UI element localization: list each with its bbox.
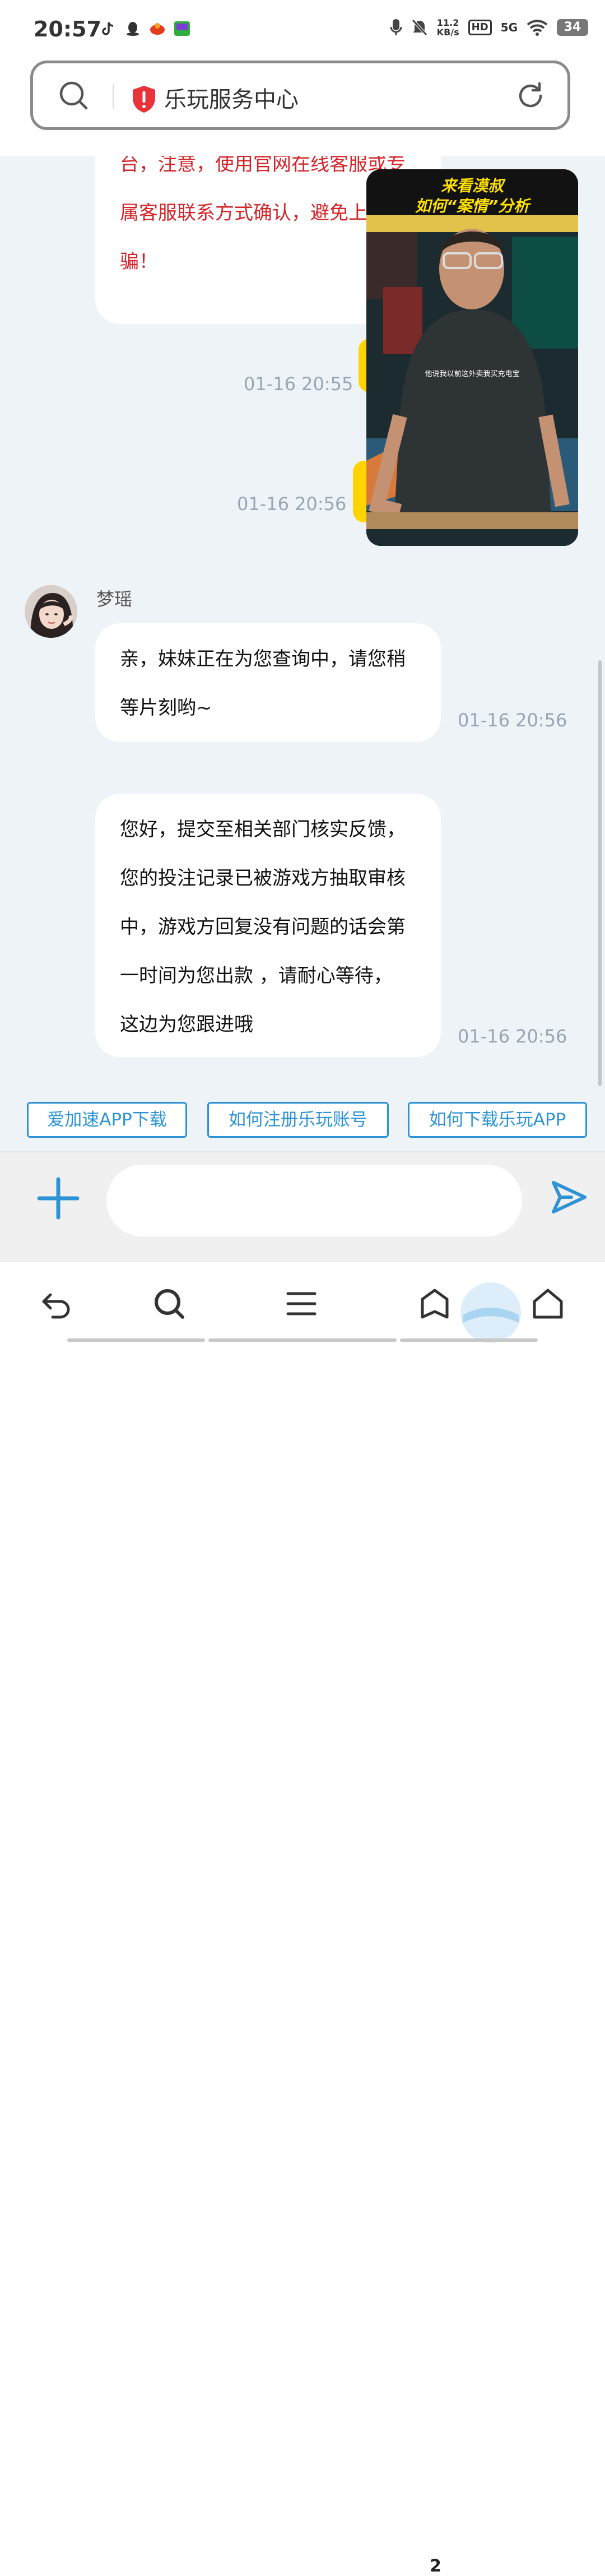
net-speed-value: 11.2 [436, 17, 459, 28]
search-icon[interactable] [58, 80, 90, 112]
video-caption: 来看漠叔 如何“案情”分析 [366, 176, 578, 216]
battery-indicator: 34 [557, 19, 588, 36]
message-input[interactable] [106, 1165, 522, 1236]
scrollbar[interactable] [598, 660, 602, 1086]
message-composer [0, 1152, 605, 1262]
message-line: 等片刻哟~ [120, 697, 212, 719]
video-frame [366, 169, 578, 546]
tab-strip-indicator [208, 1338, 397, 1342]
message-line: 这边为您跟进哦 [120, 1013, 253, 1036]
tab-strip-indicator [67, 1338, 205, 1342]
address-bar[interactable]: 乐玩服务中心 [30, 61, 570, 130]
message-timestamp: 01-16 20:56 [458, 710, 567, 731]
qq-icon [127, 22, 139, 36]
agent-message-bubble: 亲，妹妹正在为您查询中，请您稍 等片刻哟~ [95, 623, 441, 742]
message-line: 您的投注记录已被游戏方抽取审核 [120, 867, 406, 889]
back-icon[interactable] [39, 1287, 73, 1321]
reload-icon[interactable] [515, 80, 546, 112]
video-caption-line2: 如何“案情”分析 [415, 197, 530, 215]
browser-bottom-nav: 2 [0, 1262, 605, 2576]
avatar-image [25, 585, 77, 638]
agent-name: 梦瑶 [96, 589, 133, 610]
send-icon[interactable] [548, 1177, 588, 1217]
message-line: 亲，妹妹正在为您查询中，请您稍 [120, 648, 406, 670]
network-type: 5G [500, 21, 518, 34]
search-icon[interactable] [152, 1287, 186, 1321]
message-line: 中，游戏方回复没有问题的话会第 [120, 916, 406, 938]
page-title: 乐玩服务中心 [164, 87, 299, 113]
tab-count: 2 [430, 2556, 441, 2576]
wifi-icon [527, 20, 548, 36]
shield-warning-icon [133, 86, 155, 113]
tiktok-icon [102, 22, 114, 35]
hd-badge: HD [468, 20, 492, 35]
mute-icon [411, 19, 427, 36]
quick-reply-chip[interactable]: 爱加速APP下载 [27, 1102, 187, 1138]
home-icon[interactable] [531, 1287, 565, 1321]
status-time: 20:57 [34, 17, 101, 41]
floating-assistant-icon[interactable] [454, 1276, 528, 1345]
network-speed: 11.2 KB/s [437, 18, 459, 37]
quick-reply-chip[interactable]: 如何注册乐玩账号 [207, 1102, 389, 1138]
message-timestamp: 01-16 20:55 [244, 373, 353, 395]
tab-strip-indicator [400, 1338, 538, 1342]
floating-video-player[interactable]: 来看漠叔 如何“案情”分析 他说我以前这外卖我买充电宝 [366, 169, 578, 546]
address-bar-divider [113, 84, 114, 109]
notification-icons [100, 20, 190, 37]
mic-icon [390, 19, 402, 35]
message-line: 一时间为您出款 ，请耐心等待， [120, 965, 393, 987]
tabs-icon[interactable] [418, 1287, 452, 1321]
net-speed-unit: KB/s [436, 27, 459, 38]
video-subtitle: 他说我以前这外卖我买充电宝 [425, 370, 520, 378]
video-caption-line1: 来看漠叔 [440, 177, 504, 195]
plus-icon[interactable] [37, 1177, 80, 1220]
agent-avatar[interactable] [25, 585, 77, 638]
status-indicators: 11.2 KB/s HD 5G 34 [390, 18, 588, 37]
message-timestamp: 01-16 20:56 [458, 1026, 567, 1047]
app-icon-green [174, 21, 190, 36]
menu-icon[interactable] [285, 1287, 318, 1321]
status-bar: 20:57 11.2 KB/s HD 5G 34 [0, 0, 605, 56]
quick-reply-chip[interactable]: 如何下载乐玩APP [408, 1102, 587, 1138]
message-line: 您好，提交至相关部门核实反馈， [120, 818, 406, 841]
agent-message-bubble: 您好，提交至相关部门核实反馈， 您的投注记录已被游戏方抽取审核 中，游戏方回复没… [95, 794, 441, 1057]
quick-reply-bar: 爱加速APP下载 如何注册乐玩账号 如何下载乐玩APP [0, 1091, 605, 1152]
message-timestamp: 01-16 20:56 [237, 493, 347, 515]
app-icon-red [150, 23, 165, 35]
